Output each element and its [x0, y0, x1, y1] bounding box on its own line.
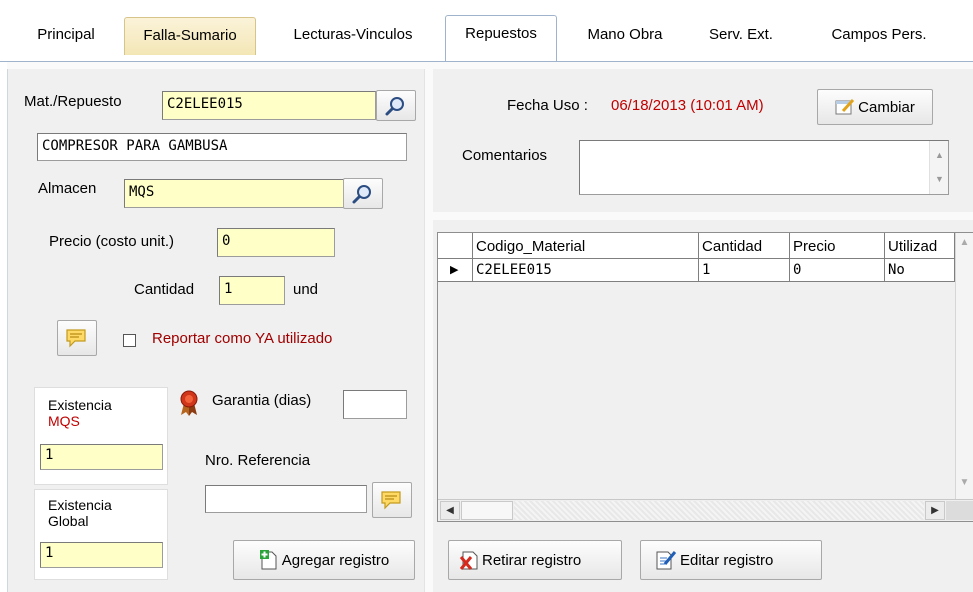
editar-registro-button[interactable]: Editar registro: [640, 540, 822, 580]
almacen-search-button[interactable]: [343, 178, 383, 209]
comentarios-label: Comentarios: [462, 147, 548, 164]
scroll-corner: [946, 501, 973, 520]
existencia-value: 1: [40, 444, 163, 470]
description-field[interactable]: COMPRESOR PARA GAMBUSA: [37, 133, 407, 161]
scroll-up-icon[interactable]: ▲: [956, 233, 973, 251]
grid-vertical-scrollbar[interactable]: ▲ ▼: [955, 233, 973, 499]
calendar-edit-icon: [835, 98, 855, 116]
fecha-uso-label: Fecha Uso :: [507, 97, 588, 114]
grid-corner: [438, 233, 473, 259]
existencia-label: Existencia: [48, 397, 112, 413]
table-cell[interactable]: 1: [699, 259, 790, 282]
column-header[interactable]: Cantidad: [699, 233, 790, 259]
tab-repuestos[interactable]: Repuestos: [445, 15, 557, 63]
ribbon-award-icon: [178, 389, 200, 421]
tab-mano-obra[interactable]: Mano Obra: [570, 17, 680, 55]
referencia-label: Nro. Referencia: [205, 452, 311, 469]
column-header[interactable]: Codigo_Material: [473, 233, 699, 259]
almacen-input[interactable]: MQS: [124, 179, 344, 208]
remove-document-icon: [459, 549, 479, 571]
cantidad-input[interactable]: 1: [219, 276, 285, 305]
precio-input[interactable]: 0: [217, 228, 335, 257]
speech-bubble-icon: [65, 328, 87, 348]
scroll-up-icon: ▲: [935, 150, 944, 160]
magnifier-icon: [351, 183, 373, 205]
editar-registro-label: Editar registro: [680, 551, 774, 569]
referencia-input[interactable]: [205, 485, 367, 513]
tab-bar: Principal Falla-Sumario Lecturas-Vinculo…: [0, 0, 973, 63]
right-separator: [433, 212, 973, 220]
cambiar-label: Cambiar: [858, 98, 915, 116]
almacen-label: Almacen: [38, 180, 97, 197]
comment-button[interactable]: [57, 320, 97, 356]
referencia-comment-button[interactable]: [372, 482, 412, 518]
current-row-icon: ▶: [450, 264, 459, 276]
material-label: Mat./Repuesto: [24, 93, 122, 110]
scroll-down-icon[interactable]: ▼: [956, 473, 973, 491]
reportar-label[interactable]: Reportar como YA utilizado: [152, 330, 332, 347]
scroll-left-icon[interactable]: ◀: [440, 501, 460, 520]
column-header[interactable]: Precio: [790, 233, 885, 259]
existencia-global-value: 1: [40, 542, 163, 568]
existencia-global-sublabel: Global: [48, 513, 89, 529]
existencia-global-label: Existencia: [48, 497, 112, 513]
cambiar-button[interactable]: Cambiar: [817, 89, 933, 125]
tab-serv-ext[interactable]: Serv. Ext.: [690, 17, 792, 55]
existencia-almacen-label: MQS: [48, 413, 80, 429]
repuestos-grid: Codigo_Material Cantidad Precio Utilizad…: [437, 232, 973, 522]
comentarios-scrollbar[interactable]: ▲ ▼: [929, 141, 948, 194]
scroll-right-icon[interactable]: ▶: [925, 501, 945, 520]
retirar-registro-label: Retirar registro: [482, 551, 582, 569]
garantia-input[interactable]: [343, 390, 407, 419]
edit-document-icon: [655, 549, 677, 571]
precio-label: Precio (costo unit.): [49, 233, 175, 250]
agregar-registro-label: Agregar registro: [281, 551, 390, 569]
agregar-registro-button[interactable]: Agregar registro: [233, 540, 415, 580]
grid-horizontal-scrollbar[interactable]: ◀ ▶: [438, 499, 973, 521]
comentarios-textarea[interactable]: [579, 140, 949, 195]
panel-separator: [425, 62, 433, 592]
add-document-icon: [259, 549, 279, 571]
material-search-button[interactable]: [376, 90, 416, 121]
speech-bubble-icon: [380, 490, 402, 510]
fecha-uso-value: 06/18/2013 (10:01 AM): [611, 97, 764, 114]
top-separator: [7, 62, 973, 69]
scroll-track[interactable]: [514, 501, 924, 520]
garantia-label: Garantia (dias): [212, 392, 312, 409]
tab-lecturas-vinculos[interactable]: Lecturas-Vinculos: [265, 17, 441, 55]
table-cell[interactable]: C2ELEE015: [473, 259, 699, 282]
tab-campos-pers[interactable]: Campos Pers.: [804, 17, 954, 55]
tab-principal[interactable]: Principal: [18, 17, 114, 55]
cantidad-label: Cantidad: [134, 281, 195, 298]
tab-falla-sumario[interactable]: Falla-Sumario: [124, 17, 256, 55]
magnifier-icon: [384, 95, 406, 117]
retirar-registro-button[interactable]: Retirar registro: [448, 540, 622, 580]
scroll-thumb[interactable]: [461, 501, 513, 520]
row-indicator[interactable]: ▶: [438, 259, 473, 282]
scroll-down-icon: ▼: [935, 174, 944, 184]
material-input[interactable]: C2ELEE015: [162, 91, 376, 120]
reportar-checkbox[interactable]: [123, 334, 136, 347]
table-cell[interactable]: No: [885, 259, 955, 282]
column-header[interactable]: Utilizad: [885, 233, 955, 259]
table-cell[interactable]: 0: [790, 259, 885, 282]
unidad-label: und: [293, 281, 319, 298]
